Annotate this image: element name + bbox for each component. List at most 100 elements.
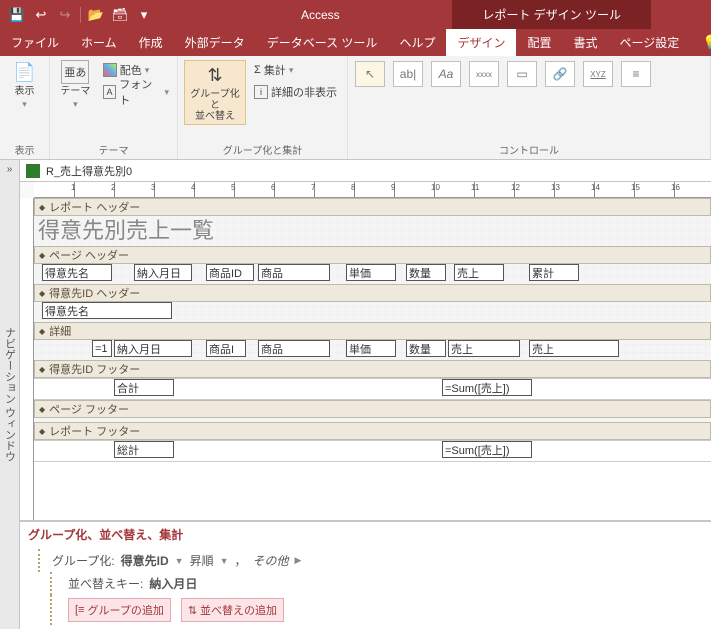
hdr-col-5[interactable]: 単価 bbox=[346, 264, 396, 281]
add-sort-label: 並べ替えの追加 bbox=[200, 602, 277, 618]
vertical-ruler bbox=[20, 198, 34, 520]
redo-button[interactable]: ↪ bbox=[54, 4, 76, 26]
open-button[interactable]: 📂 bbox=[85, 4, 107, 26]
det-col-4[interactable]: 商品 bbox=[258, 340, 330, 357]
group-theme-title: テーマ bbox=[56, 140, 171, 157]
fonts-label: フォント bbox=[119, 76, 161, 108]
tab-database-tools[interactable]: データベース ツール bbox=[256, 29, 389, 56]
tab-create[interactable]: 作成 bbox=[128, 29, 174, 56]
group-sort-total-pane: グループ化、並べ替え、集計 グループ化: 得意先ID▼ 昇順▼ ， その他▶ 並… bbox=[20, 520, 711, 629]
hdr-col-8[interactable]: 累計 bbox=[529, 264, 579, 281]
add-group-button[interactable]: [≡グループの追加 bbox=[68, 598, 171, 622]
ribbon: 📄表示▾ 表示 亜あテーマ▾ 配色▾ Aフォント▾ テーマ ⇅グループ化と 並べ… bbox=[0, 56, 711, 160]
rfoot-label[interactable]: 総計 bbox=[114, 441, 174, 458]
totals-button[interactable]: Σ集計▾ bbox=[252, 60, 339, 80]
undo-button[interactable]: ↩ bbox=[30, 4, 52, 26]
totals-label: 集計 bbox=[264, 62, 286, 78]
hdr-col-4[interactable]: 商品 bbox=[258, 264, 330, 281]
contextual-tool-title: レポート デザイン ツール bbox=[452, 0, 651, 29]
section-group-header[interactable]: 得意先ID ヘッダー bbox=[34, 284, 711, 302]
det-col-8[interactable]: 売上 bbox=[529, 340, 619, 357]
tab-format[interactable]: 書式 bbox=[562, 29, 608, 56]
theme-label: テーマ bbox=[60, 86, 90, 97]
hdr-col-7[interactable]: 売上 bbox=[454, 264, 504, 281]
add-group-label: グループの追加 bbox=[87, 602, 163, 618]
tab-external-data[interactable]: 外部データ bbox=[174, 29, 256, 56]
gbs-group-field[interactable]: 得意先ID bbox=[121, 552, 169, 569]
hdr-col-1[interactable]: 得意先名 bbox=[42, 264, 112, 281]
design-surface: R_売上得意先別0 12345678910111213141516 レポート ヘ… bbox=[20, 160, 711, 629]
det-col-7[interactable]: 売上 bbox=[448, 340, 520, 357]
list-control[interactable]: ≡ bbox=[621, 61, 651, 87]
tab-page-setup[interactable]: ページ設定 bbox=[609, 29, 691, 56]
group-grouping: ⇅グループ化と 並べ替え Σ集計▾ i詳細の非表示 グループ化と集計 bbox=[178, 56, 348, 159]
report-title-label[interactable]: 得意先別売上一覧 bbox=[36, 216, 336, 242]
group-controls-title: コントロール bbox=[354, 140, 704, 157]
nav-expand-icon: » bbox=[7, 164, 13, 175]
gbs-comma: ， bbox=[235, 552, 247, 569]
det-col-6[interactable]: 数量 bbox=[406, 340, 446, 357]
section-group-footer[interactable]: 得意先ID フッター bbox=[34, 360, 711, 378]
hide-details-button[interactable]: i詳細の非表示 bbox=[252, 82, 339, 102]
save-button[interactable]: 💾 bbox=[6, 4, 28, 26]
section-detail[interactable]: 詳細 bbox=[34, 322, 711, 340]
det-col-3[interactable]: 商品I bbox=[206, 340, 246, 357]
gbs-more[interactable]: その他 bbox=[253, 552, 289, 569]
tell-me-button[interactable]: 💡 bbox=[690, 29, 711, 56]
combo-control[interactable]: XYZ bbox=[583, 61, 613, 87]
section-page-header[interactable]: ページ ヘッダー bbox=[34, 246, 711, 264]
fonts-button[interactable]: Aフォント▾ bbox=[101, 82, 171, 102]
hdr-col-2[interactable]: 納入月日 bbox=[134, 264, 192, 281]
group-sort-label: グループ化と 並べ替え bbox=[187, 89, 243, 122]
group-view-title: 表示 bbox=[6, 140, 43, 157]
gbs-groupby-label: グループ化: bbox=[52, 552, 115, 569]
themes-button[interactable]: 亜あテーマ▾ bbox=[56, 60, 95, 110]
gfoot-sum[interactable]: =Sum([売上]) bbox=[442, 379, 532, 396]
add-group-icon: [≡ bbox=[75, 604, 84, 616]
button-control[interactable]: xxxx bbox=[469, 61, 499, 87]
group-name-field[interactable]: 得意先名 bbox=[42, 302, 172, 319]
nav-pane-collapsed[interactable]: » ナビゲーション ウィンドウ bbox=[0, 160, 20, 629]
gbs-sort-field[interactable]: 納入月日 bbox=[149, 575, 197, 592]
label-control[interactable]: Aa bbox=[431, 61, 461, 87]
tab-design[interactable]: デザイン bbox=[446, 29, 516, 56]
add-sort-button[interactable]: ⇅並べ替えの追加 bbox=[181, 598, 284, 622]
section-page-footer[interactable]: ページ フッター bbox=[34, 400, 711, 418]
horizontal-ruler: 12345678910111213141516 bbox=[34, 182, 711, 198]
tab-home[interactable]: ホーム bbox=[70, 29, 128, 56]
add-sort-icon: ⇅ bbox=[188, 604, 197, 617]
textbox-control[interactable]: ab| bbox=[393, 61, 423, 87]
tab-arrange[interactable]: 配置 bbox=[516, 29, 562, 56]
hdr-col-6[interactable]: 数量 bbox=[406, 264, 446, 281]
group-grouping-title: グループ化と集計 bbox=[184, 140, 341, 157]
group-controls: ↖ ab| Aa xxxx ▭ 🔗 XYZ ≡ コントロール bbox=[348, 56, 711, 159]
gfoot-label[interactable]: 合計 bbox=[114, 379, 174, 396]
hdr-col-3[interactable]: 商品ID bbox=[206, 264, 254, 281]
section-report-footer[interactable]: レポート フッター bbox=[34, 422, 711, 440]
workspace: » ナビゲーション ウィンドウ R_売上得意先別0 12345678910111… bbox=[0, 160, 711, 629]
det-col-5[interactable]: 単価 bbox=[346, 340, 396, 357]
view-button[interactable]: 📄表示▾ bbox=[6, 60, 43, 110]
gbs-group-row[interactable]: グループ化: 得意先ID▼ 昇順▼ ， その他▶ bbox=[28, 549, 703, 572]
gbs-sort-row[interactable]: 並べ替えキー: 納入月日 bbox=[28, 572, 703, 595]
qat-more-button[interactable]: ▾ bbox=[133, 4, 155, 26]
gbs-asc[interactable]: 昇順 bbox=[190, 552, 214, 569]
title-bar: 💾 ↩ ↪ 📂 🗃 ▾ Access レポート デザイン ツール bbox=[0, 0, 711, 29]
report-canvas[interactable]: レポート ヘッダー 得意先別売上一覧 ページ ヘッダー 得意先名 納入月日 商品… bbox=[34, 198, 711, 520]
hide-details-label: 詳細の非表示 bbox=[271, 84, 337, 100]
det-rownum[interactable]: =1 bbox=[92, 340, 112, 357]
db-button[interactable]: 🗃 bbox=[109, 4, 131, 26]
object-tab[interactable]: R_売上得意先別0 bbox=[20, 160, 711, 182]
ribbon-tab-bar: ファイル ホーム 作成 外部データ データベース ツール ヘルプ デザイン 配置… bbox=[0, 29, 711, 56]
group-and-sort-button[interactable]: ⇅グループ化と 並べ替え bbox=[187, 63, 243, 122]
tab-control[interactable]: ▭ bbox=[507, 61, 537, 87]
tab-help[interactable]: ヘルプ bbox=[388, 29, 446, 56]
section-report-header[interactable]: レポート ヘッダー bbox=[34, 198, 711, 216]
det-col-2[interactable]: 納入月日 bbox=[114, 340, 192, 357]
report-icon bbox=[26, 164, 40, 178]
link-control[interactable]: 🔗 bbox=[545, 61, 575, 87]
view-label: 表示 bbox=[15, 86, 35, 97]
tab-file[interactable]: ファイル bbox=[0, 29, 70, 56]
select-control[interactable]: ↖ bbox=[355, 61, 385, 87]
rfoot-sum[interactable]: =Sum([売上]) bbox=[442, 441, 532, 458]
